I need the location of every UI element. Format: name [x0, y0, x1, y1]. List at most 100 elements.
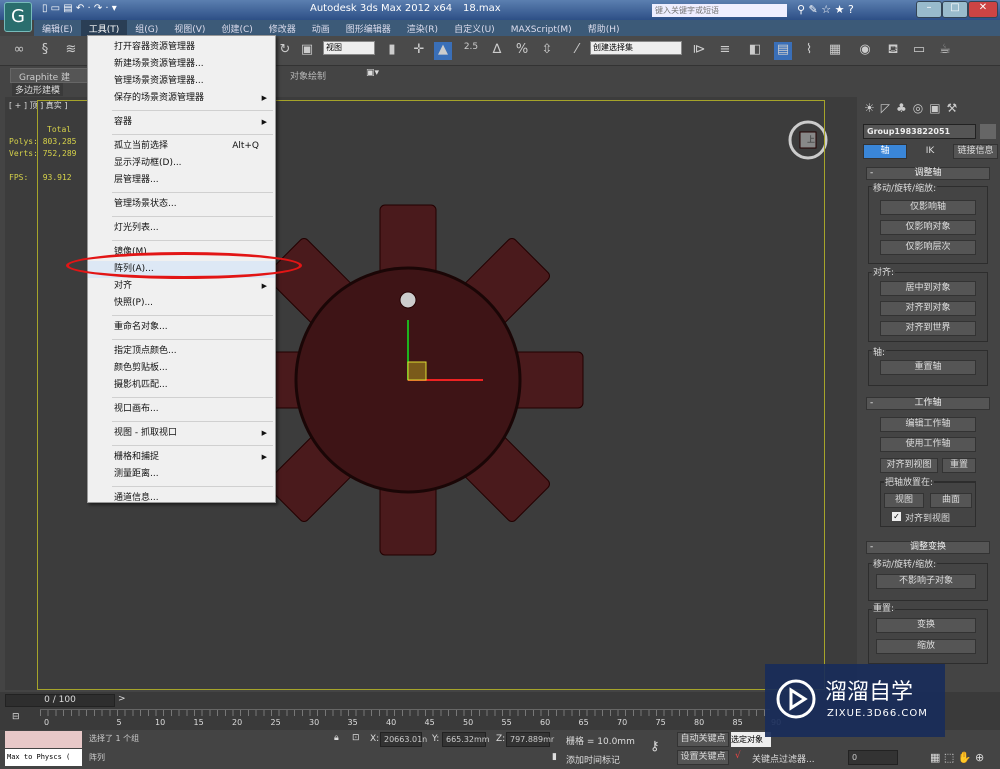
rollout-adjust-pivot[interactable]: - 调整轴 — [866, 167, 990, 180]
link-icon[interactable]: ∞ — [10, 42, 28, 60]
align-to-view-checkbox[interactable]: ✓ — [892, 512, 901, 521]
app-logo-icon[interactable]: G — [4, 2, 32, 32]
menu-maxscript[interactable]: MAXScript(M) — [503, 23, 580, 37]
next-frame-arrow-icon[interactable]: > — [118, 694, 126, 704]
reset-transform-button[interactable]: 变换 — [876, 618, 976, 633]
tools-menu-item[interactable]: 新建场景资源管理器... — [88, 56, 275, 73]
menu-animation[interactable]: 动画 — [304, 20, 338, 37]
place-on-surface-button[interactable]: 曲面 — [930, 493, 972, 508]
tools-menu-item[interactable]: 摄影机匹配... — [88, 377, 275, 394]
close-button[interactable]: ✕ — [968, 1, 998, 18]
key-filters-button[interactable]: 关键点过滤器... — [752, 752, 815, 765]
tools-menu-item[interactable]: 重命名对象... — [88, 319, 275, 336]
reset-scale-button[interactable]: 缩放 — [876, 639, 976, 654]
tab-graphite[interactable]: Graphite 建 — [10, 68, 90, 83]
y-coordinate-field[interactable]: 665.32mm — [442, 732, 490, 747]
object-color-swatch[interactable] — [980, 124, 996, 139]
pivot-center-icon[interactable]: ▮ — [383, 42, 401, 60]
dont-affect-children-button[interactable]: 不影响子对象 — [876, 574, 976, 589]
tab-pivot[interactable]: 轴 — [863, 144, 907, 159]
rotate-icon[interactable]: ↻ — [276, 42, 294, 60]
rendered-frame-icon[interactable]: ▭ — [910, 42, 928, 60]
graphite-toggle-icon[interactable]: ▤ — [774, 42, 792, 60]
mirror-icon[interactable]: ⧐ — [690, 42, 708, 60]
reference-coordinate-select[interactable]: 视图 — [323, 41, 375, 55]
add-time-tag[interactable]: 添加时间标记 — [566, 753, 620, 766]
layer-manager-icon[interactable]: ◧ — [746, 42, 764, 60]
maxscript-listener-pink[interactable] — [5, 731, 82, 748]
keyboard-shortcut-toggle-icon[interactable]: ▲ — [434, 42, 452, 60]
affect-pivot-only-button[interactable]: 仅影响轴 — [880, 200, 976, 215]
time-tag-icon[interactable]: ▮ — [552, 752, 557, 762]
maxscript-mini-listener[interactable]: Max to Physcs ( — [5, 749, 82, 766]
tools-menu-item[interactable]: 保存的场景资源管理器 ▶ — [88, 90, 275, 107]
place-on-view-button[interactable]: 视图 — [884, 493, 924, 508]
time-slider[interactable]: 0 / 100 — [5, 694, 115, 707]
lock-selection-icon[interactable]: 🔒︎ — [334, 733, 339, 743]
object-name-field[interactable]: Group1983822051 — [863, 124, 976, 139]
menu-rendering[interactable]: 渲染(R) — [399, 20, 446, 37]
percent-snap-icon[interactable]: % — [513, 42, 531, 60]
reset-pivot-button[interactable]: 重置轴 — [880, 360, 976, 375]
edit-named-selection-icon[interactable]: ⁄ — [568, 42, 586, 60]
curve-editor-icon[interactable]: ⌇ — [800, 42, 818, 60]
edit-working-pivot-button[interactable]: 编辑工作轴 — [880, 417, 976, 432]
tools-menu-item[interactable]: 视口画布... — [88, 401, 275, 418]
named-selection-set-select[interactable]: 创建选择集 — [590, 41, 682, 55]
menu-help[interactable]: 帮助(H) — [580, 20, 628, 37]
viewport-navigation-icons[interactable]: ▦ ⬚ ✋ ⊕ — [930, 751, 984, 764]
manipulate-icon[interactable]: ✛ — [410, 42, 428, 60]
menu-customize[interactable]: 自定义(U) — [446, 20, 503, 37]
tools-menu-item[interactable]: 管理场景资源管理器... — [88, 73, 275, 90]
tab-object-paint[interactable]: 对象绘制 — [290, 69, 326, 82]
tools-menu-item[interactable]: 孤立当前选择 Alt+Q — [88, 138, 275, 155]
help-tools-icons[interactable]: ⚲ ✎ ☆ ★ ? — [797, 3, 854, 16]
quick-access-icons[interactable]: ▯ ▭ ▤ ↶ · ↷ · ▾ — [42, 3, 117, 14]
affect-object-only-button[interactable]: 仅影响对象 — [880, 220, 976, 235]
auto-key-button[interactable]: 自动关键点 — [677, 732, 729, 747]
tools-menu-item[interactable]: 管理场景状态... — [88, 196, 275, 213]
rollout-adjust-transform[interactable]: - 调整变换 — [866, 541, 990, 554]
track-bar[interactable]: 051015202530354045505560657075808590 — [40, 709, 781, 729]
align-icon[interactable]: ≡ — [716, 42, 734, 60]
tools-menu-item[interactable]: 栅格和捕捉 ▶ — [88, 449, 275, 466]
tools-menu-item[interactable]: 层管理器... — [88, 172, 275, 189]
tools-menu-item[interactable]: 显示浮动框(D)... — [88, 155, 275, 172]
tools-menu-item[interactable]: 通道信息... — [88, 490, 275, 507]
tools-menu-item[interactable]: 视图 - 抓取视口 ▶ — [88, 425, 275, 442]
tools-menu-item[interactable]: 容器 ▶ — [88, 114, 275, 131]
tools-menu-item[interactable]: 测量距离... — [88, 466, 275, 483]
maximize-button[interactable]: □ — [942, 1, 968, 18]
ribbon-options-icon[interactable]: ▣▾ — [366, 68, 379, 78]
schematic-view-icon[interactable]: ▦ — [826, 42, 844, 60]
scale-icon[interactable]: ▣ — [298, 42, 316, 60]
key-tangent-icon[interactable]: √ — [735, 751, 741, 761]
spinner-snap-icon[interactable]: ⇳ — [538, 42, 556, 60]
x-coordinate-field[interactable]: 20663.01n — [380, 732, 427, 747]
align-to-view-button[interactable]: 对齐到视图 — [880, 458, 938, 473]
minimize-button[interactable]: – — [916, 1, 942, 18]
center-to-object-button[interactable]: 居中到对象 — [880, 281, 976, 296]
render-teapot-icon[interactable]: ☕ — [936, 42, 954, 60]
tools-menu-item[interactable]: 对齐 ▶ — [88, 278, 275, 295]
tab-ik[interactable]: IK — [908, 144, 952, 159]
polygon-modeling-label[interactable]: 多边形建模 — [12, 83, 64, 96]
current-frame-field[interactable]: 0 — [848, 750, 898, 765]
angle-snap-icon[interactable]: ∆ — [488, 42, 506, 60]
use-working-pivot-button[interactable]: 使用工作轴 — [880, 437, 976, 452]
command-panel-tab-icons[interactable]: ☀◸♣◎▣⚒ — [864, 101, 963, 115]
tools-menu-item[interactable]: 灯光列表... — [88, 220, 275, 237]
affect-hierarchy-only-button[interactable]: 仅影响层次 — [880, 240, 976, 255]
menu-graph-editors[interactable]: 图形编辑器 — [338, 20, 399, 37]
absolute-mode-icon[interactable]: ⊡ — [352, 733, 360, 743]
tools-menu-item[interactable]: 指定顶点颜色... — [88, 343, 275, 360]
tools-menu-item[interactable]: 打开容器资源管理器 — [88, 39, 275, 56]
align-to-object-button[interactable]: 对齐到对象 — [880, 301, 976, 316]
menu-edit[interactable]: 编辑(E) — [34, 20, 81, 37]
set-key-button[interactable]: 设置关键点 — [677, 750, 729, 765]
material-editor-icon[interactable]: ◉ — [856, 42, 874, 60]
key-icon[interactable]: ⚷ — [650, 739, 660, 754]
align-to-world-button[interactable]: 对齐到世界 — [880, 321, 976, 336]
tab-link-info[interactable]: 链接信息 — [953, 144, 998, 159]
render-setup-icon[interactable]: ⛾ — [884, 42, 902, 60]
